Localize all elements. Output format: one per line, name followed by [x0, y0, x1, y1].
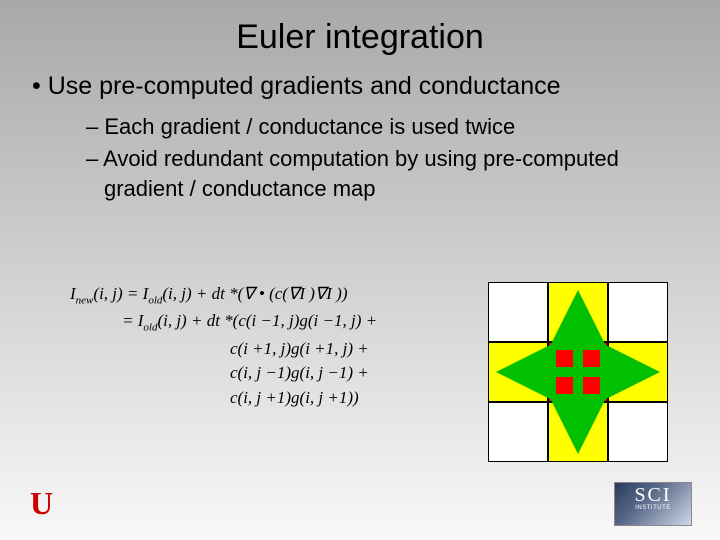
sci-logo-subtext: INSTITUTE: [635, 505, 671, 511]
formula: Inew(i, j) = Iold(i, j) + dt *(∇ • (c(∇I…: [70, 282, 377, 411]
grid-cell: [548, 402, 608, 462]
utah-logo: U: [30, 485, 53, 522]
sci-logo: SCI INSTITUTE: [614, 482, 692, 526]
sub-bullet-1: Each gradient / conductance is used twic…: [86, 112, 690, 142]
sci-logo-text: SCI: [634, 485, 671, 505]
grid-cell: [488, 342, 548, 402]
sub-bullet-2: Avoid redundant computation by using pre…: [86, 144, 690, 203]
grid-cell: [548, 282, 608, 342]
grid-cell: [488, 282, 548, 342]
grid-cell-center: [548, 342, 608, 402]
grid-cell: [488, 402, 548, 462]
stencil-grid: [488, 282, 668, 462]
slide-content: Use pre-computed gradients and conductan…: [0, 57, 720, 203]
main-bullet: Use pre-computed gradients and conductan…: [30, 71, 690, 102]
slide-title: Euler integration: [0, 0, 720, 57]
grid-cell: [608, 342, 668, 402]
grid-cell: [608, 402, 668, 462]
grid-cell: [608, 282, 668, 342]
sub-bullet-list: Each gradient / conductance is used twic…: [30, 102, 690, 203]
